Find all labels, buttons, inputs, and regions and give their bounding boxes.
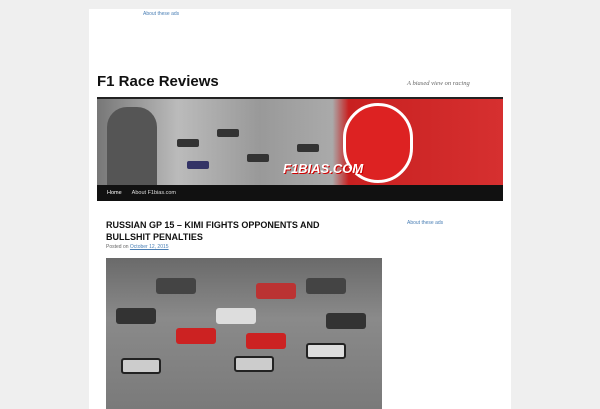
site-tagline: A biased view on racing [407,80,470,87]
header-banner: F1BIAS.COM [97,97,503,185]
driver-image [107,107,157,185]
posted-on-label: Posted on [106,244,129,250]
post-image[interactable] [106,258,382,409]
post-date-link[interactable]: October 12, 2015 [130,244,169,250]
post-title[interactable]: RUSSIAN GP 15 – KIMI FIGHTS OPPONENTS AN… [106,219,346,243]
banner-logo: F1BIAS.COM [283,161,364,176]
post-meta: Posted on October 12, 2015 [106,244,169,250]
site-title[interactable]: F1 Race Reviews [97,73,219,90]
page: About these ads F1 Race Reviews A biased… [89,9,511,409]
main-nav: Home About F1bias.com [97,185,503,201]
about-ads-link-top[interactable]: About these ads [143,11,179,17]
nav-about[interactable]: About F1bias.com [132,190,176,196]
about-ads-link-side[interactable]: About these ads [407,220,443,226]
nav-home[interactable]: Home [107,190,122,196]
